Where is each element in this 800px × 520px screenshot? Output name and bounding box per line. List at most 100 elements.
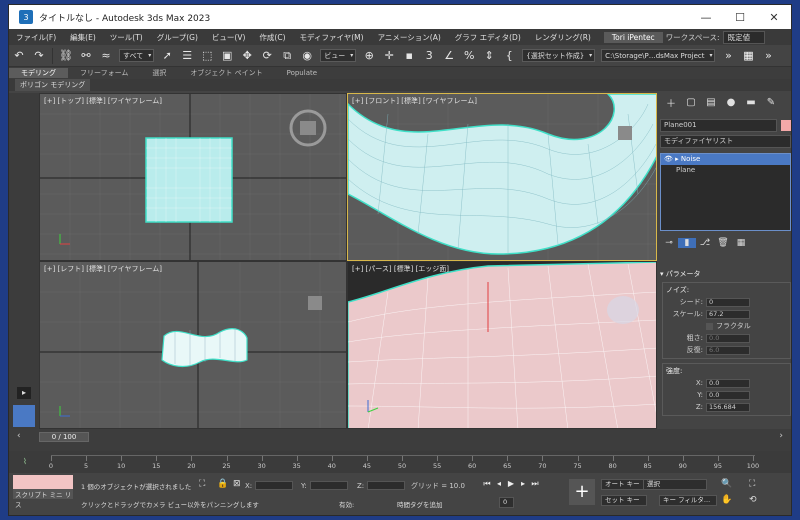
parameters-title[interactable]: ▾ パラメータ	[660, 269, 791, 280]
pin-stack-icon[interactable]: ⊸	[660, 238, 678, 248]
frame-ruler[interactable]: 0 5 10 15 20 25 30 35 40 45 50 55 60 65 70 75 80 85 90 95 10…	[49, 455, 759, 470]
rect-selection-icon[interactable]: ⬚	[198, 47, 216, 65]
app-icon[interactable]: 3	[19, 10, 33, 24]
reference-coord-dropdown[interactable]: ビュー	[320, 49, 357, 62]
angle-snap-icon[interactable]: ∠	[440, 47, 458, 65]
close-button[interactable]: ✕	[757, 5, 791, 29]
orbit-icon[interactable]: ⟲	[749, 495, 757, 505]
pivot-center-icon[interactable]: ⊕	[360, 47, 378, 65]
stack-item-noise[interactable]: 👁 ▸ Noise	[661, 154, 790, 165]
menu-rendering[interactable]: レンダリング(R)	[528, 32, 598, 43]
track-bar[interactable]: ⌇ 0 5 10 15 20 25 30 35 40 45 50 55 60 65 70 75 80 85 90 95…	[9, 451, 791, 473]
viewport-front[interactable]: [+] [フロント] [標準] [ワイヤフレーム]	[347, 93, 657, 261]
curve-editor-icon[interactable]: ⌇	[23, 457, 27, 466]
viewport-left[interactable]: [+] [レフト] [標準] [ワイヤフレーム]	[39, 261, 347, 429]
viewport-left-label[interactable]: [+] [レフト] [標準] [ワイヤフレーム]	[44, 264, 162, 274]
add-time-tag-button[interactable]: 時間タグを追加	[397, 499, 443, 509]
menu-tools[interactable]: ツール(T)	[103, 32, 150, 43]
viewport-front-label[interactable]: [+] [フロント] [標準] [ワイヤフレーム]	[352, 96, 477, 106]
object-color-swatch[interactable]	[781, 120, 791, 131]
coord-z-field[interactable]	[367, 481, 406, 490]
goto-start-icon[interactable]: ⏮	[481, 479, 493, 489]
play-icon[interactable]: ▶	[505, 479, 517, 489]
menu-modifiers[interactable]: モディファイヤ(M)	[293, 32, 371, 43]
menu-view[interactable]: ビュー(V)	[205, 32, 252, 43]
viewport-persp-label[interactable]: [+] [パース] [標準] [エッジ面]	[352, 264, 449, 274]
tab-selection[interactable]: 選択	[140, 68, 178, 78]
modify-tab-icon[interactable]: ▢	[681, 97, 701, 108]
render-setup-icon[interactable]: ▦	[739, 47, 757, 65]
tab-freeform[interactable]: フリーフォーム	[68, 68, 140, 78]
overflow-icon[interactable]: »	[759, 47, 777, 65]
undo-icon[interactable]: ↶	[10, 47, 28, 65]
workspace-dropdown[interactable]: 既定値	[722, 30, 766, 44]
keyboard-shortcut-icon[interactable]: ▪	[400, 47, 418, 65]
isolate-selection-icon[interactable]: ⛶	[199, 479, 205, 489]
strength-x-spinner[interactable]: 0.0	[706, 378, 750, 388]
tab-populate[interactable]: Populate	[275, 69, 329, 77]
menu-graph-editors[interactable]: グラフ エディタ(D)	[448, 32, 528, 43]
scale-spinner[interactable]: 67.2	[706, 309, 750, 319]
project-path-dropdown[interactable]: C:\Storage\P…dsMax Project	[601, 49, 716, 62]
lock-selection-icon[interactable]: 🔒	[217, 479, 228, 489]
prev-key-icon[interactable]: ◂	[493, 479, 505, 489]
expand-arrow-icon[interactable]: ▸	[17, 387, 31, 399]
remove-modifier-icon[interactable]: 🗑	[714, 238, 732, 248]
percent-snap-icon[interactable]: %	[460, 47, 478, 65]
select-manipulate-icon[interactable]: ✛	[380, 47, 398, 65]
window-crossing-icon[interactable]: ▣	[218, 47, 236, 65]
next-key-icon[interactable]: ▸	[517, 479, 529, 489]
iterations-spinner[interactable]: 6.0	[706, 345, 750, 355]
viewport-top[interactable]: [+] [トップ] [標準] [ワイヤフレーム]	[39, 93, 347, 261]
layout-grid-icon[interactable]	[13, 405, 35, 427]
unlink-icon[interactable]: ⚯	[77, 47, 95, 65]
next-frame-icon[interactable]: ›	[779, 431, 783, 441]
stack-item-plane[interactable]: Plane	[661, 165, 790, 176]
menu-group[interactable]: グループ(G)	[150, 32, 205, 43]
absolute-mode-icon[interactable]: ⊠	[233, 479, 241, 489]
menu-edit[interactable]: 編集(E)	[63, 32, 103, 43]
select-by-name-icon[interactable]: ☰	[178, 47, 196, 65]
object-name-field[interactable]: Plane001	[660, 119, 777, 132]
viewport-perspective[interactable]: [+] [パース] [標準] [エッジ面]	[347, 261, 657, 429]
prev-frame-icon[interactable]: ‹	[17, 431, 21, 441]
seed-spinner[interactable]: 0	[706, 297, 750, 307]
set-key-button[interactable]: セット キー	[601, 495, 647, 506]
more-tools-icon[interactable]: »	[719, 47, 737, 65]
link-icon[interactable]: ⛓	[57, 47, 75, 65]
key-selection-dropdown[interactable]: 選択	[643, 479, 707, 490]
edit-named-sel-icon[interactable]: {	[500, 47, 518, 65]
tab-modeling[interactable]: モデリング	[9, 68, 68, 78]
hierarchy-tab-icon[interactable]: ▤	[701, 97, 721, 108]
make-unique-icon[interactable]: ⎇	[696, 238, 714, 248]
strength-z-spinner[interactable]: 156.684	[706, 402, 750, 412]
strength-y-spinner[interactable]: 0.0	[706, 390, 750, 400]
redo-icon[interactable]: ↷	[30, 47, 48, 65]
viewport-top-label[interactable]: [+] [トップ] [標準] [ワイヤフレーム]	[44, 96, 162, 106]
motion-tab-icon[interactable]: ●	[721, 97, 741, 108]
key-filters-button[interactable]: キー フィルタ...	[659, 495, 718, 506]
minimize-button[interactable]: —	[689, 5, 723, 29]
place-icon[interactable]: ◉	[298, 47, 316, 65]
coord-y-field[interactable]	[309, 481, 348, 490]
utilities-tab-icon[interactable]: ✎	[761, 97, 781, 108]
menu-create[interactable]: 作成(C)	[252, 32, 292, 43]
select-object-icon[interactable]: ➚	[158, 47, 176, 65]
tab-object-paint[interactable]: オブジェクト ペイント	[178, 68, 274, 78]
maximize-button[interactable]: ☐	[723, 5, 757, 29]
roughness-spinner[interactable]: 0.0	[706, 333, 750, 343]
scale-icon[interactable]: ⧉	[278, 47, 296, 65]
modifier-list-dropdown[interactable]: モディファイヤリスト	[660, 135, 791, 148]
configure-sets-icon[interactable]: ▦	[732, 238, 750, 248]
spinner-snap-icon[interactable]: ⇕	[480, 47, 498, 65]
rotate-icon[interactable]: ⟳	[258, 47, 276, 65]
user-account[interactable]: Tori iPentec	[603, 31, 663, 43]
goto-end-icon[interactable]: ⏭	[529, 479, 541, 489]
auto-key-button[interactable]: オート キー	[601, 479, 647, 490]
maxscript-listener[interactable]: スクリプト ミニ リス	[13, 475, 73, 509]
set-key-big-button[interactable]: +	[569, 479, 595, 505]
zoom-extents-icon[interactable]: ⛶	[749, 479, 755, 489]
named-selection-dropdown[interactable]: {選択セット作成}	[522, 49, 596, 62]
bind-space-warp-icon[interactable]: ≈	[97, 47, 115, 65]
snap-3d-icon[interactable]: 3	[420, 47, 438, 65]
